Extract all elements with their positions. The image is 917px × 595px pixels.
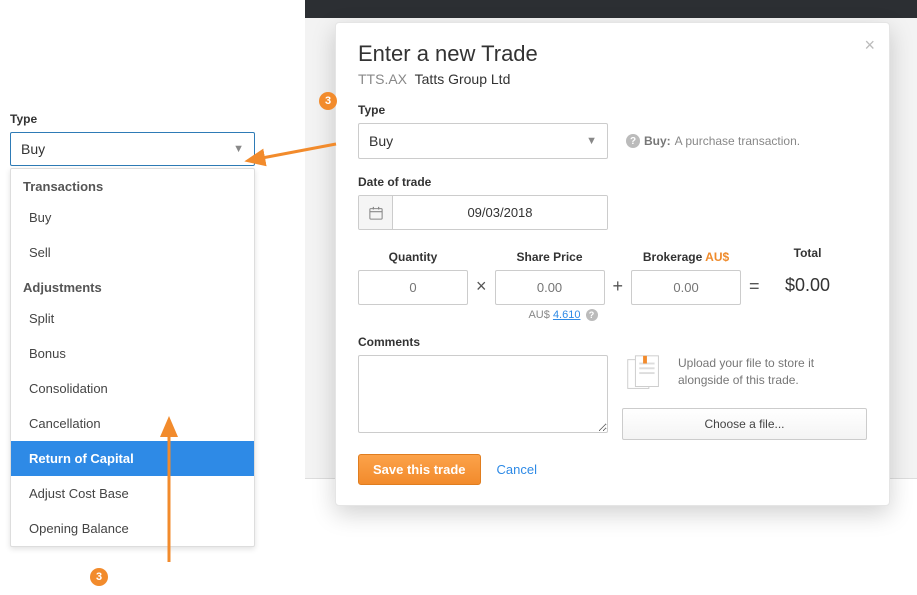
market-price-value: 4.610 [553, 309, 581, 321]
left-type-label: Type [10, 112, 255, 126]
multiply-symbol: × [476, 276, 487, 305]
new-trade-modal: × Enter a new Trade TTS.AX Tatts Group L… [335, 22, 890, 506]
quantity-column: Quantity [358, 250, 468, 305]
modal-title: Enter a new Trade [358, 41, 867, 67]
close-icon[interactable]: × [864, 35, 875, 56]
help-label: Buy: [644, 134, 671, 148]
dropdown-item-consolidation[interactable]: Consolidation [11, 371, 254, 406]
brokerage-input[interactable] [631, 270, 741, 305]
brokerage-currency: AU$ [705, 250, 729, 264]
help-icon: ? [586, 309, 598, 321]
total-column: Total [768, 246, 848, 305]
bg-topbar [305, 0, 917, 18]
price-column: Share Price [495, 250, 605, 305]
comments-textarea[interactable] [358, 355, 608, 433]
price-input[interactable] [495, 270, 605, 305]
equals-symbol: = [749, 276, 760, 305]
dropdown-item-cancellation[interactable]: Cancellation [11, 406, 254, 441]
date-input[interactable] [393, 196, 607, 229]
dropdown-item-adjust-cost-base[interactable]: Adjust Cost Base [11, 476, 254, 511]
price-label: Share Price [516, 250, 582, 264]
upload-block: Upload your file to store it alongside o… [622, 355, 867, 440]
chevron-down-icon: ▼ [586, 135, 597, 147]
company-name: Tatts Group Ltd [415, 71, 511, 87]
help-description: A purchase transaction. [675, 134, 800, 148]
total-label: Total [794, 246, 822, 260]
type-select[interactable]: Buy ▼ [358, 123, 608, 159]
calendar-icon[interactable] [359, 196, 393, 229]
annotation-badge-3-top: 3 [319, 92, 337, 110]
left-type-value: Buy [21, 141, 45, 157]
dropdown-item-return-of-capital[interactable]: Return of Capital [11, 441, 254, 476]
dropdown-item-sell[interactable]: Sell [11, 235, 254, 270]
type-field-label: Type [358, 103, 867, 117]
ticker-symbol: TTS.AX [358, 71, 407, 87]
total-value [768, 266, 848, 305]
dropdown-item-bonus[interactable]: Bonus [11, 336, 254, 371]
left-panel: Type Buy ▼ Transactions Buy Sell Adjustm… [10, 112, 255, 547]
choose-file-button[interactable]: Choose a file... [622, 408, 867, 440]
modal-subtitle: TTS.AX Tatts Group Ltd [358, 71, 867, 87]
save-button[interactable]: Save this trade [358, 454, 481, 485]
date-input-group [358, 195, 608, 230]
upload-help-text: Upload your file to store it alongside o… [678, 355, 867, 389]
help-icon: ? [626, 134, 640, 148]
dropdown-item-buy[interactable]: Buy [11, 200, 254, 235]
quantity-input[interactable] [358, 270, 468, 305]
document-upload-icon [622, 355, 668, 398]
comments-label: Comments [358, 335, 867, 349]
dropdown-group-transactions: Transactions [11, 169, 254, 200]
type-select-value: Buy [369, 133, 393, 149]
type-help-text: ? Buy: A purchase transaction. [626, 134, 800, 148]
market-price-hint[interactable]: AU$ 4.610 ? [508, 309, 618, 321]
dropdown-item-split[interactable]: Split [11, 301, 254, 336]
annotation-badge-3-bottom: 3 [90, 568, 108, 586]
plus-symbol: + [613, 276, 624, 305]
left-type-select[interactable]: Buy ▼ [10, 132, 255, 166]
chevron-down-icon: ▼ [233, 143, 244, 155]
dropdown-group-adjustments: Adjustments [11, 270, 254, 301]
brokerage-label: Brokerage AU$ [643, 250, 729, 264]
brokerage-column: Brokerage AU$ [631, 250, 741, 305]
cancel-link[interactable]: Cancel [497, 462, 537, 477]
type-dropdown-menu: Transactions Buy Sell Adjustments Split … [10, 168, 255, 547]
dropdown-item-opening-balance[interactable]: Opening Balance [11, 511, 254, 546]
quantity-label: Quantity [389, 250, 438, 264]
date-field-label: Date of trade [358, 175, 867, 189]
